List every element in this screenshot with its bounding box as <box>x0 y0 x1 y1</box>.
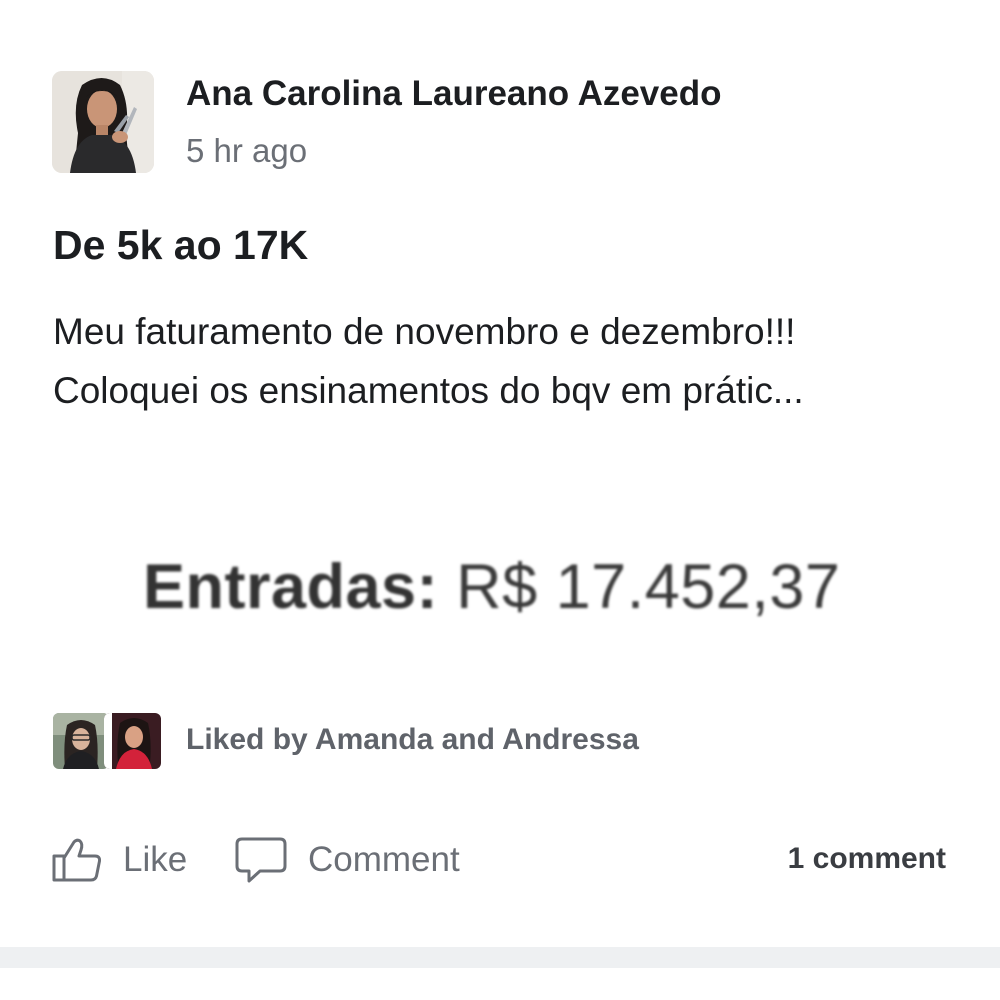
author-avatar-photo <box>52 71 154 173</box>
like-label: Like <box>123 840 188 879</box>
post-body[interactable]: Meu faturamento de novembro e dezembro!!… <box>53 302 953 420</box>
image-income-amount: R$ 17.452,37 <box>456 552 841 622</box>
post-body-line: Coloquei os ensinamentos do bqv em práti… <box>53 370 804 411</box>
liker-avatar <box>104 713 161 769</box>
liker-avatar <box>53 713 109 769</box>
comment-button[interactable]: Comment <box>234 835 460 885</box>
author-avatar[interactable] <box>52 71 154 173</box>
post-timestamp: 5 hr ago <box>186 132 308 169</box>
liked-by-text[interactable]: Liked by Amanda and Andressa <box>186 723 639 757</box>
post-divider <box>0 947 1000 968</box>
liker-avatar-photo <box>53 713 109 769</box>
author-name[interactable]: Ana Carolina Laureano Azevedo <box>186 74 722 114</box>
post-body-line: Meu faturamento de novembro e dezembro!!… <box>53 311 796 352</box>
comment-label: Comment <box>308 840 460 879</box>
post-image[interactable]: Entradas: R$ 17.452,37 <box>143 551 840 623</box>
like-button[interactable]: Like <box>51 835 187 885</box>
liker-avatar-photo <box>104 713 161 769</box>
comment-count[interactable]: 1 comment <box>788 842 946 876</box>
feed-post: Ana Carolina Laureano Azevedo 5 hr ago D… <box>0 0 1000 947</box>
thumbs-up-icon <box>51 837 103 883</box>
post-title: De 5k ao 17K <box>53 222 309 268</box>
speech-bubble-icon <box>234 836 288 884</box>
image-income-label: Entradas: <box>143 552 439 622</box>
